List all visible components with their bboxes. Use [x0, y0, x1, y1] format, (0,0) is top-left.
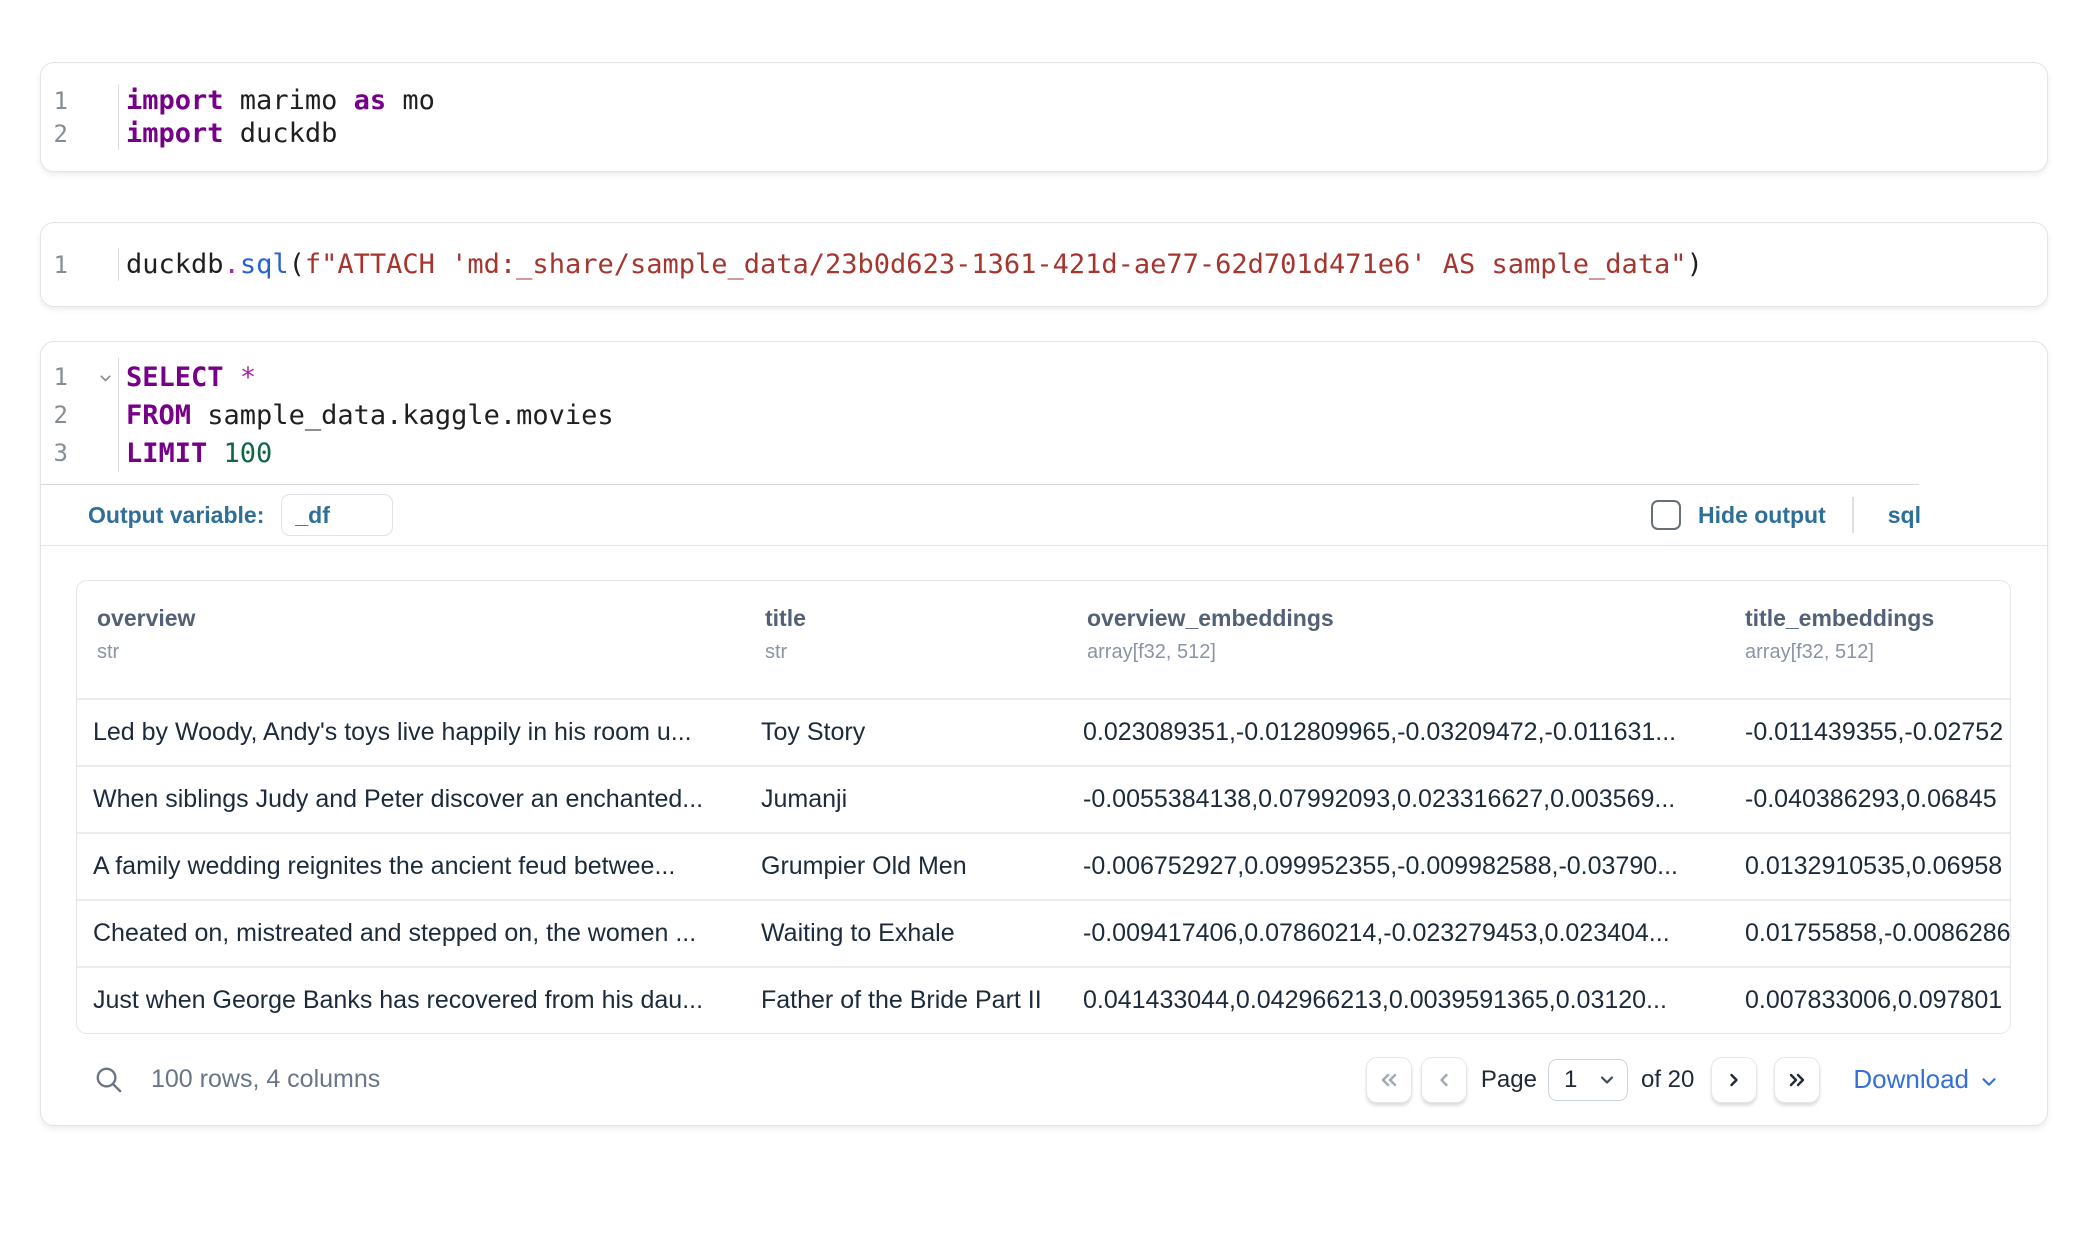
line-number: 1	[41, 358, 118, 396]
code-line[interactable]: LIMIT 100	[126, 434, 2047, 472]
table-cell: -0.040386293,0.06845	[1735, 785, 2010, 814]
table-cell: A family wedding reignites the ancient f…	[77, 852, 745, 881]
table-cell: Led by Woody, Andy's toys live happily i…	[77, 718, 745, 747]
column-header-title[interactable]: title str	[745, 581, 1067, 698]
column-name: title	[765, 605, 1067, 632]
gutter: 12	[41, 84, 119, 150]
chevron-left-icon	[1432, 1068, 1456, 1092]
column-header-overview_embeddings[interactable]: overview_embeddings array[f32, 512]	[1067, 581, 1735, 698]
table-body: Led by Woody, Andy's toys live happily i…	[77, 700, 2010, 1033]
table-row[interactable]: A family wedding reignites the ancient f…	[77, 834, 2010, 901]
hide-output-label[interactable]: Hide output	[1698, 502, 1826, 529]
column-name: overview_embeddings	[1087, 605, 1735, 632]
toolbar-divider	[1852, 497, 1854, 533]
table-row[interactable]: Led by Woody, Andy's toys live happily i…	[77, 700, 2010, 767]
line-number: 2	[41, 117, 118, 150]
search-button[interactable]	[93, 1064, 124, 1095]
table-cell: 0.007833006,0.097801	[1735, 986, 2010, 1015]
column-dtype: str	[765, 641, 1067, 664]
previous-page-button[interactable]	[1421, 1057, 1467, 1103]
code-editor[interactable]: 12 import marimo as moimport duckdb	[41, 84, 2047, 150]
chevrons-right-icon	[1785, 1068, 1809, 1092]
table-cell: -0.0055384138,0.07992093,0.023316627,0.0…	[1067, 785, 1735, 814]
table-row[interactable]: Cheated on, mistreated and stepped on, t…	[77, 901, 2010, 968]
table-cell: 0.0132910535,0.06958	[1735, 852, 2010, 881]
code-line[interactable]: duckdb.sql(f"ATTACH 'md:_share/sample_da…	[126, 248, 2047, 281]
column-name: overview	[97, 605, 745, 632]
page-label: Page	[1481, 1066, 1537, 1094]
chevrons-left-icon	[1377, 1068, 1401, 1092]
column-name: title_embeddings	[1745, 605, 2010, 632]
table-cell: Father of the Bride Part II	[745, 986, 1067, 1015]
code-cell-imports[interactable]: 12 import marimo as moimport duckdb	[40, 62, 2048, 172]
table-cell: -0.006752927,0.099952355,-0.009982588,-0…	[1067, 852, 1735, 881]
table-row[interactable]: Just when George Banks has recovered fro…	[77, 968, 2010, 1033]
page-select-value: 1	[1564, 1066, 1597, 1094]
table-row[interactable]: When siblings Judy and Peter discover an…	[77, 767, 2010, 834]
table-cell: 0.01755858,-0.0086286	[1735, 919, 2010, 948]
output-variable-input[interactable]	[281, 494, 393, 536]
column-dtype: str	[97, 641, 745, 664]
result-table: overview str title str overview_embeddingsar…	[76, 580, 2011, 1034]
column-dtype: array[f32, 512]	[1745, 641, 2010, 664]
table-cell: 0.023089351,-0.012809965,-0.03209472,-0.…	[1067, 718, 1735, 747]
sql-cell[interactable]: 123 SELECT *FROM sample_data.kaggle.movi…	[40, 341, 2048, 1126]
fold-chevron-icon[interactable]	[97, 370, 114, 387]
table-cell: Toy Story	[745, 718, 1067, 747]
code-line[interactable]: SELECT *	[126, 358, 2047, 396]
cell-output: overview str title str overview_embeddingsar…	[41, 546, 2047, 1125]
line-number: 1	[41, 84, 118, 117]
code-lines[interactable]: SELECT *FROM sample_data.kaggle.moviesLI…	[119, 358, 2047, 472]
chevron-down-icon	[1978, 1071, 2000, 1093]
sql-toolbar: Output variable: Hide output sql	[41, 485, 2047, 546]
column-header-overview[interactable]: overview str	[77, 581, 745, 698]
search-icon	[93, 1064, 124, 1095]
hide-output-checkbox[interactable]	[1651, 500, 1681, 530]
code-cell-attach[interactable]: 1 duckdb.sql(f"ATTACH 'md:_share/sample_…	[40, 222, 2048, 307]
table-cell: Waiting to Exhale	[745, 919, 1067, 948]
column-dtype: array[f32, 512]	[1087, 641, 1735, 664]
chevron-down-icon	[1597, 1070, 1617, 1090]
table-cell: Just when George Banks has recovered fro…	[77, 986, 745, 1015]
table-cell: Cheated on, mistreated and stepped on, t…	[77, 919, 745, 948]
line-number: 3	[41, 434, 118, 472]
code-line[interactable]: FROM sample_data.kaggle.movies	[126, 396, 2047, 434]
output-variable-label: Output variable:	[88, 502, 264, 529]
page-total: of 20	[1641, 1066, 1694, 1094]
table-cell: Grumpier Old Men	[745, 852, 1067, 881]
download-button[interactable]: Download	[1853, 1064, 2000, 1095]
language-badge[interactable]: sql	[1888, 502, 1921, 529]
code-line[interactable]: import marimo as mo	[126, 84, 2047, 117]
table-footer: 100 rows, 4 columns Page 1	[41, 1034, 2047, 1125]
table-cell: 0.041433044,0.042966213,0.0039591365,0.0…	[1067, 986, 1735, 1015]
table-cell: -0.009417406,0.07860214,-0.023279453,0.0…	[1067, 919, 1735, 948]
code-lines[interactable]: import marimo as moimport duckdb	[119, 84, 2047, 150]
table-header-row: overview str title str overview_embeddingsar…	[77, 581, 2010, 700]
code-lines[interactable]: duckdb.sql(f"ATTACH 'md:_share/sample_da…	[119, 248, 2047, 281]
code-editor[interactable]: 1 duckdb.sql(f"ATTACH 'md:_share/sample_…	[41, 248, 2047, 281]
gutter: 123	[41, 358, 119, 472]
sql-editor[interactable]: 123 SELECT *FROM sample_data.kaggle.movi…	[41, 342, 2047, 484]
table-cell: -0.011439355,-0.02752	[1735, 718, 2010, 747]
chevron-right-icon	[1722, 1068, 1746, 1092]
gutter: 1	[41, 248, 119, 281]
line-number: 1	[41, 248, 118, 281]
pagination: Page 1 of 20	[1366, 1057, 2000, 1103]
first-page-button[interactable]	[1366, 1057, 1412, 1103]
download-label: Download	[1853, 1064, 1969, 1095]
line-number: 2	[41, 396, 118, 434]
next-page-button[interactable]	[1711, 1057, 1757, 1103]
code-line[interactable]: import duckdb	[126, 117, 2047, 150]
last-page-button[interactable]	[1774, 1057, 1820, 1103]
row-count-summary: 100 rows, 4 columns	[151, 1065, 380, 1094]
column-header-title_embeddings[interactable]: title_embeddings array[f32, 512]	[1735, 581, 2010, 698]
table-cell: When siblings Judy and Peter discover an…	[77, 785, 745, 814]
page-select[interactable]: 1	[1548, 1059, 1628, 1101]
table-cell: Jumanji	[745, 785, 1067, 814]
